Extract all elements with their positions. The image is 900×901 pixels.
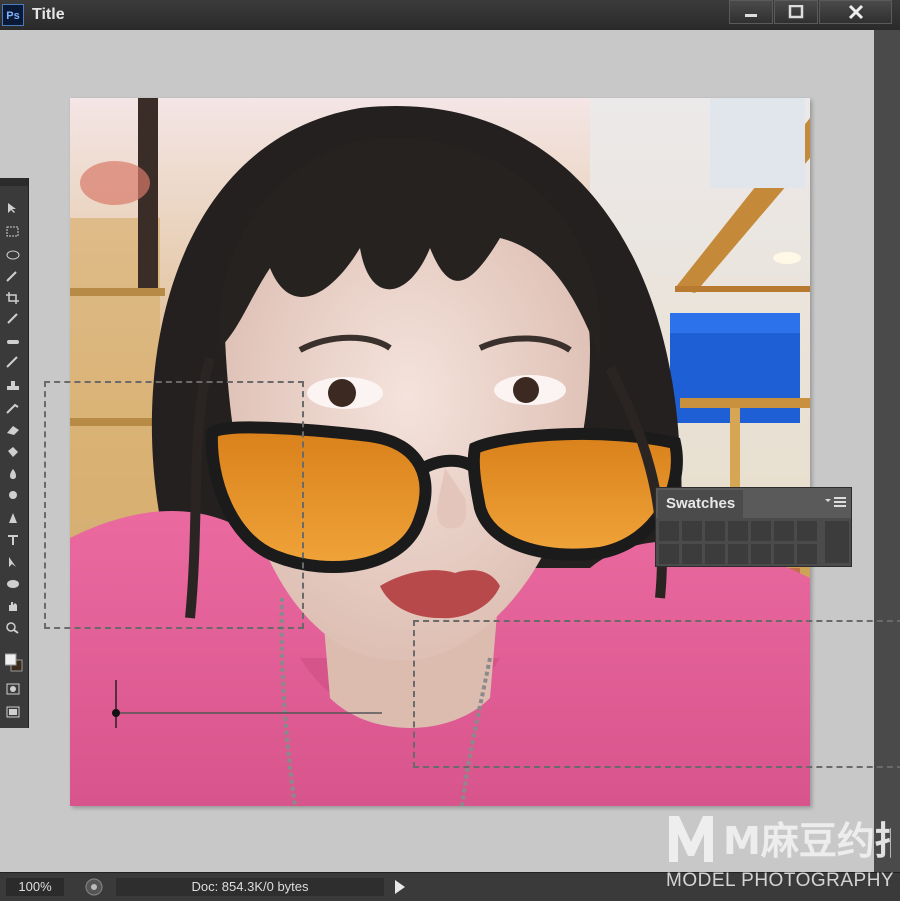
lasso-tool-icon[interactable] — [5, 250, 21, 262]
watermark-logo-text: M麻豆约拍 — [723, 819, 891, 863]
swatch-cell[interactable] — [774, 544, 794, 564]
maximize-icon — [788, 5, 804, 19]
swatch-cell[interactable] — [659, 544, 679, 564]
swatch-cell[interactable] — [728, 544, 748, 564]
type-tool-icon[interactable] — [5, 534, 21, 546]
swatch-cell[interactable] — [797, 521, 817, 541]
history-brush-tool-icon[interactable] — [5, 402, 21, 414]
watermark-logo: M麻豆约拍 — [669, 816, 891, 863]
status-info-icon[interactable] — [84, 877, 104, 897]
screen-mode-icon[interactable] — [5, 706, 21, 718]
magic-wand-tool-icon[interactable] — [5, 270, 21, 282]
close-button[interactable] — [819, 0, 892, 24]
swatch-cell[interactable] — [705, 544, 725, 564]
paint-bucket-tool-icon[interactable] — [5, 446, 21, 458]
minimize-icon — [745, 14, 757, 17]
maximize-button[interactable] — [774, 0, 818, 24]
zoom-tool-icon[interactable] — [5, 622, 21, 634]
blur-tool-icon[interactable] — [5, 468, 21, 480]
title-bar: Ps Title — [0, 0, 900, 30]
watermark-subtitle: MODEL PHOTOGRAPHY — [666, 870, 895, 891]
close-icon — [848, 4, 863, 20]
pen-tool-icon[interactable] — [5, 512, 21, 524]
swatch-cell[interactable] — [728, 521, 748, 541]
tools-panel — [0, 178, 29, 728]
move-tool-icon[interactable] — [5, 202, 21, 214]
swatches-panel-header: Swatches — [656, 488, 851, 518]
play-arrow-icon[interactable] — [393, 879, 407, 895]
shape-tool-icon[interactable] — [5, 578, 21, 590]
swatch-cell[interactable] — [659, 521, 679, 541]
swatch-cell[interactable] — [774, 521, 794, 541]
clone-stamp-tool-icon[interactable] — [5, 380, 21, 392]
path-selection-tool-icon[interactable] — [5, 556, 21, 568]
ps-icon: Ps — [2, 4, 24, 26]
eyedropper-tool-icon[interactable] — [5, 312, 21, 324]
quick-mask-icon[interactable] — [5, 683, 21, 695]
swatch-cell[interactable] — [682, 521, 702, 541]
swatches-panel: Swatches — [655, 487, 852, 567]
swatch-cell[interactable] — [751, 521, 771, 541]
swatch-cell[interactable] — [797, 544, 817, 564]
swatches-tab[interactable]: Swatches — [658, 490, 744, 518]
swatch-cell[interactable] — [705, 521, 725, 541]
crop-tool-icon[interactable] — [5, 292, 21, 304]
zoom-field[interactable]: 100% — [6, 878, 64, 896]
marquee-tool-icon[interactable] — [5, 226, 21, 238]
line-guide[interactable] — [110, 680, 385, 730]
swatch-cell[interactable] — [751, 544, 771, 564]
dodge-tool-icon[interactable] — [5, 490, 21, 502]
window-title: Title — [32, 6, 65, 23]
eraser-tool-icon[interactable] — [5, 424, 21, 436]
minimize-button[interactable] — [729, 0, 773, 24]
panel-menu-icon[interactable] — [824, 494, 848, 512]
hand-tool-icon[interactable] — [5, 600, 21, 612]
color-swatches-icon[interactable] — [5, 652, 23, 672]
workspace-gutter — [874, 30, 900, 872]
swatches-scrollbar[interactable] — [825, 521, 849, 563]
swatch-grid — [659, 521, 817, 564]
healing-brush-tool-icon[interactable] — [5, 336, 21, 348]
brush-tool-icon[interactable] — [5, 356, 21, 368]
document-info: Doc: 854.3K/0 bytes — [116, 878, 384, 896]
panel-grip[interactable] — [0, 178, 28, 186]
swatch-cell[interactable] — [682, 544, 702, 564]
